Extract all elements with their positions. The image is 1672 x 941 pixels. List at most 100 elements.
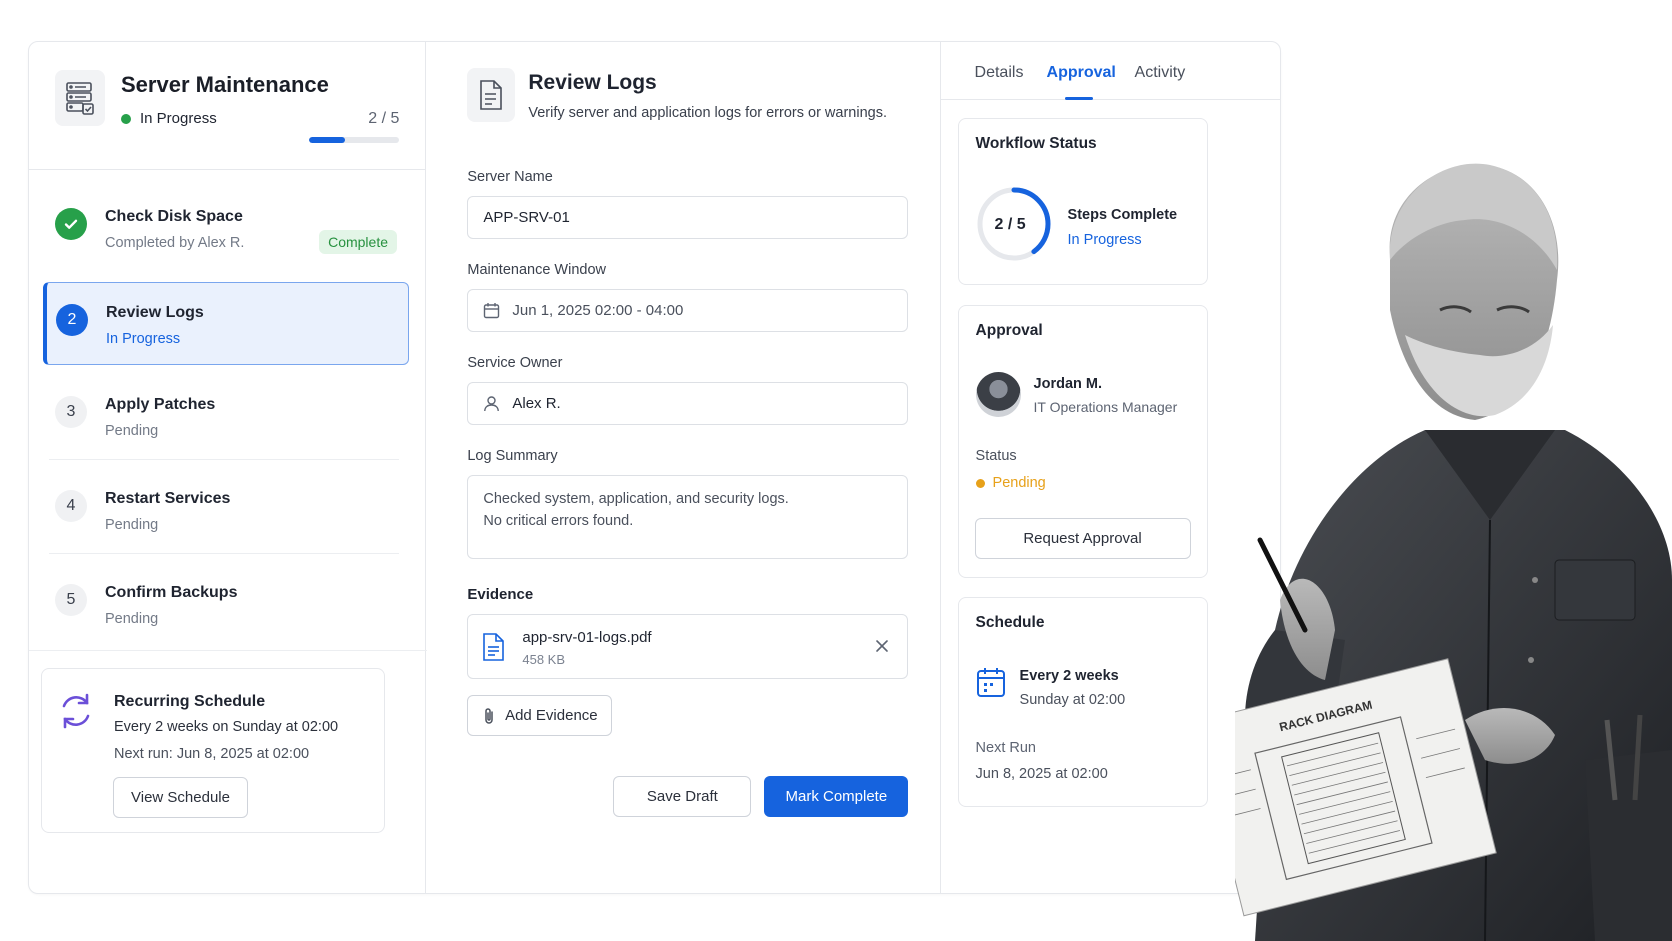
step-title: Apply Patches [105,396,216,413]
log-summary-line: No critical errors found. [483,513,634,529]
workflow-status: In Progress [1067,232,1142,248]
approval-title: Approval [975,322,1043,339]
schedule-time: Sunday at 02:00 [1019,692,1126,708]
step-title: Review Logs [106,304,204,321]
step-item-review-logs[interactable]: 2 Review Logs In Progress [43,282,409,365]
status-dot [121,113,131,124]
step-item-check-disk-space[interactable]: Check Disk Space Completed by Alex R. Co… [43,184,409,272]
log-summary-line: Checked system, application, and securit… [483,491,789,507]
technician-photo: RACK DIAGRAM [1235,163,1672,941]
avatar [975,372,1021,417]
step-title: Restart Services [105,490,231,507]
divider [49,553,399,554]
workflow-status-card: Workflow Status 2 / 5 Steps Complete In … [957,118,1208,285]
step-item-apply-patches[interactable]: 3 Apply Patches Pending [43,372,409,460]
server-name-input[interactable]: APP-SRV-01 [467,196,909,239]
task-title: Review Logs [528,71,657,94]
add-evidence-button[interactable]: Add Evidence [467,695,613,736]
step-number: 2 [56,304,88,336]
step-subtitle: Pending [105,517,159,533]
view-schedule-button[interactable]: View Schedule [113,777,248,818]
approver-name: Jordan M. [1033,376,1103,392]
tab-details[interactable]: Details [975,64,1024,82]
project-progress-count: 2 / 5 [368,110,400,127]
step-number: 5 [55,584,87,616]
service-owner-label: Service Owner [467,355,563,371]
divider [49,459,399,460]
workflow-title: Workflow Status [975,135,1097,152]
step-subtitle: Pending [105,611,159,627]
save-draft-button[interactable]: Save Draft [613,776,752,817]
tab-activity[interactable]: Activity [1135,64,1186,82]
add-evidence-label: Add Evidence [505,707,598,724]
close-icon[interactable] [875,639,889,658]
recurring-next-run: Next run: Jun 8, 2025 at 02:00 [114,746,310,762]
approval-status: Pending [975,475,1046,491]
server-name-label: Server Name [467,169,553,185]
recurring-frequency: Every 2 weeks on Sunday at 02:00 [114,719,339,735]
service-owner-value: Alex R. [512,395,561,412]
server-checklist-icon [55,70,105,126]
step-item-restart-services[interactable]: 4 Restart Services Pending [43,466,409,554]
step-item-confirm-backups[interactable]: 5 Confirm Backups Pending [43,560,409,648]
project-status-text: In Progress [140,110,217,127]
schedule-frequency: Every 2 weeks [1019,668,1119,684]
check-icon [64,219,78,229]
document-icon [467,68,516,122]
mark-complete-button[interactable]: Mark Complete [764,776,909,817]
step-subtitle: In Progress [106,331,181,347]
step-title: Confirm Backups [105,584,238,601]
calendar-icon [484,303,500,319]
project-status: In Progress [121,110,217,127]
schedule-card: Schedule Every 2 weeks Sunday at 02:00 N… [957,597,1208,807]
project-progress-bar [309,137,400,143]
workflow-label: Steps Complete [1067,207,1178,223]
step-number: 4 [55,490,87,522]
step-subtitle: Completed by Alex R. [105,235,245,251]
approver-role: IT Operations Manager [1033,399,1178,415]
recurring-title: Recurring Schedule [114,693,266,710]
maintenance-window-label: Maintenance Window [467,262,606,278]
approval-status-text: Pending [992,475,1046,491]
calendar-icon [976,666,1006,703]
service-owner-input[interactable]: Alex R. [467,382,909,425]
evidence-file-card[interactable]: app-srv-01-logs.pdf 458 KB [467,614,909,679]
steps-sidebar: Server Maintenance In Progress 2 / 5 Che… [29,42,427,893]
refresh-cycle-icon [56,691,96,736]
status-badge: Complete [319,230,397,254]
maintenance-window-value: Jun 1, 2025 02:00 - 04:00 [512,302,684,319]
status-dot [975,478,985,488]
workflow-count: 2 / 5 [994,216,1026,233]
log-summary-textarea[interactable]: Checked system, application, and securit… [467,475,909,559]
active-tab-indicator [1064,97,1093,100]
next-run-value: Jun 8, 2025 at 02:00 [975,766,1108,782]
file-size: 458 KB [522,652,566,667]
details-panel: Details Approval Activity Workflow Statu… [940,42,1280,893]
approval-status-label: Status [975,448,1017,464]
panel-tabs: Details Approval Activity [940,42,1280,100]
step-complete-indicator [55,208,87,240]
project-progress-fill [309,137,346,143]
task-detail-panel: Review Logs Verify server and applicatio… [426,42,941,893]
next-run-label: Next Run [975,740,1036,756]
approval-card: Approval Jordan M. IT Operations Manager… [957,305,1208,578]
tab-approval[interactable]: Approval [1047,64,1116,82]
step-subtitle: Pending [105,423,159,439]
user-icon [484,396,500,412]
step-title: Check Disk Space [105,208,243,225]
task-description: Verify server and application logs for e… [528,105,887,121]
schedule-title: Schedule [975,614,1045,631]
maintenance-window-input[interactable]: Jun 1, 2025 02:00 - 04:00 [467,289,909,332]
step-number: 3 [55,396,87,428]
recurring-schedule-card: Recurring Schedule Every 2 weeks on Sund… [41,668,385,833]
request-approval-button[interactable]: Request Approval [974,518,1191,559]
project-header: Server Maintenance In Progress 2 / 5 [29,42,426,170]
pdf-file-icon [482,632,506,667]
server-name-value: APP-SRV-01 [483,209,570,226]
evidence-label: Evidence [467,586,534,603]
project-title: Server Maintenance [121,72,329,97]
log-summary-label: Log Summary [467,448,558,464]
app-window: Server Maintenance In Progress 2 / 5 Che… [28,41,1281,894]
divider [29,650,427,651]
file-name: app-srv-01-logs.pdf [522,629,652,646]
